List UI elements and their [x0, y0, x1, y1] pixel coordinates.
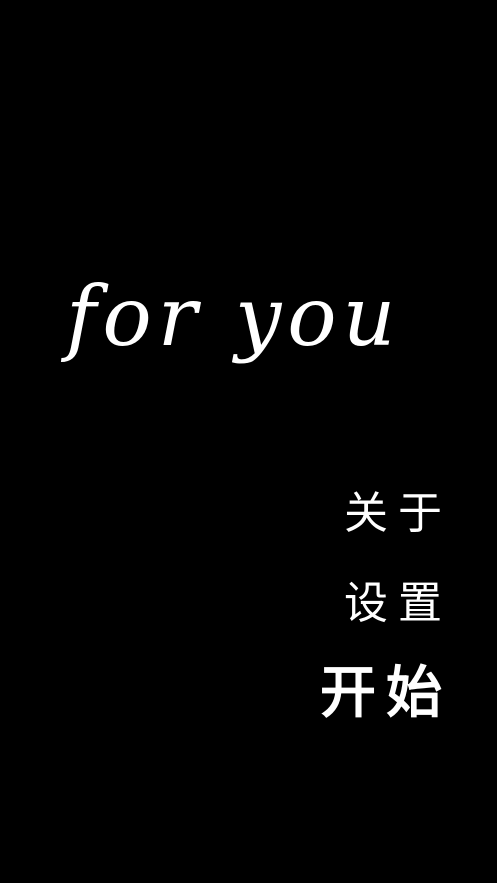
about-button[interactable]: 关于 [344, 484, 452, 544]
settings-button[interactable]: 设置 [344, 574, 452, 634]
main-menu: 关于 设置 开始 [320, 480, 442, 730]
start-button[interactable]: 开始 [320, 658, 452, 730]
app-title: for you [66, 270, 402, 365]
main-screen: for you 关于 设置 开始 [0, 0, 497, 883]
